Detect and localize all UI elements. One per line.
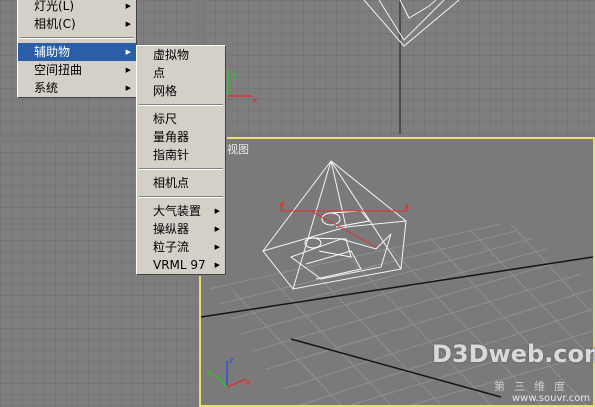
menu-separator bbox=[139, 196, 223, 198]
menu-item-grid[interactable]: 网格 bbox=[137, 82, 225, 100]
menu-item-camera-point[interactable]: 相机点 bbox=[137, 174, 225, 192]
menu-item-protractor[interactable]: 量角器 bbox=[137, 128, 225, 146]
gizmo-x-label: x bbox=[404, 202, 410, 212]
menu-item-helpers[interactable]: 辅助物 ▶ bbox=[18, 43, 136, 61]
menu-item-tape[interactable]: 标尺 bbox=[137, 110, 225, 128]
menu-item-point[interactable]: 点 bbox=[137, 64, 225, 82]
watermark-chinese: 第三维度 bbox=[494, 380, 574, 393]
axis-x-label: x bbox=[252, 96, 258, 106]
submenu-arrow-icon: ▶ bbox=[125, 2, 131, 10]
menu-item-lights[interactable]: 灯光(L) ▶ bbox=[18, 0, 136, 15]
viewport-top-right[interactable]: y x bbox=[204, 0, 595, 134]
submenu-arrow-icon: ▶ bbox=[125, 66, 131, 74]
menu-item-manipulators[interactable]: 操纵器 ▶ bbox=[137, 220, 225, 238]
viewport-grid: y x bbox=[204, 0, 595, 134]
menu-item-compass[interactable]: 指南针 bbox=[137, 146, 225, 164]
submenu-arrow-icon: ▶ bbox=[125, 48, 131, 56]
menu-separator bbox=[139, 168, 223, 170]
axis-y-label: y bbox=[232, 71, 238, 81]
create-menu: 灯光(L) ▶ 相机(C) ▶ 辅助物 ▶ 空间扭曲 ▶ 系统 ▶ bbox=[17, 0, 137, 98]
submenu-arrow-icon: ▶ bbox=[125, 20, 131, 28]
helpers-submenu: 虚拟物 点 网格 标尺 量角器 指南针 相机点 大气装置 ▶ 操纵器 ▶ 粒子流 ▶ … bbox=[136, 45, 226, 275]
submenu-arrow-icon: ▶ bbox=[214, 207, 220, 215]
viewport-label[interactable]: 视图 bbox=[227, 141, 249, 157]
menu-separator bbox=[20, 37, 134, 39]
menu-item-space-warps[interactable]: 空间扭曲 ▶ bbox=[18, 61, 136, 79]
axis-y-label: y bbox=[207, 368, 213, 378]
axis-x-label: x bbox=[245, 378, 251, 388]
submenu-arrow-icon: ▶ bbox=[125, 84, 131, 92]
axis-z-label: z bbox=[229, 356, 234, 366]
menu-item-atmospheric-apparatus[interactable]: 大气装置 ▶ bbox=[137, 202, 225, 220]
submenu-arrow-icon: ▶ bbox=[214, 243, 220, 251]
menu-item-dummy[interactable]: 虚拟物 bbox=[137, 46, 225, 64]
menu-item-cameras[interactable]: 相机(C) ▶ bbox=[18, 15, 136, 33]
gizmo-y-label: y bbox=[279, 201, 285, 211]
menu-separator bbox=[139, 104, 223, 106]
menu-item-systems[interactable]: 系统 ▶ bbox=[18, 79, 136, 97]
submenu-arrow-icon: ▶ bbox=[214, 261, 220, 269]
watermark-url: www.souvr.com bbox=[512, 393, 591, 404]
menu-item-particle-flow[interactable]: 粒子流 ▶ bbox=[137, 238, 225, 256]
submenu-arrow-icon: ▶ bbox=[214, 225, 220, 233]
watermark-brand: D3Dweb.com bbox=[432, 340, 595, 368]
menu-item-vrml97[interactable]: VRML 97 ▶ bbox=[137, 256, 225, 274]
